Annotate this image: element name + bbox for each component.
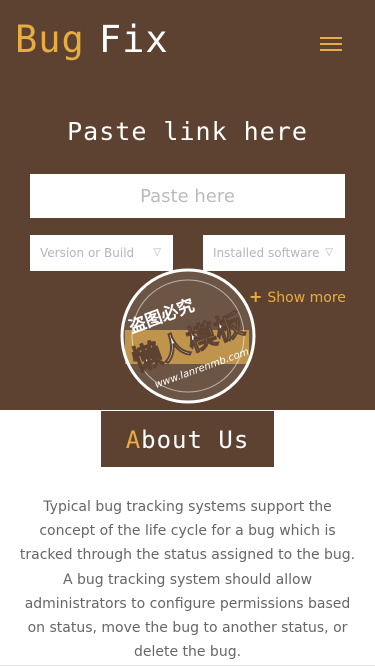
show-more-label: Show more: [267, 290, 346, 306]
about-title: About Us: [101, 411, 274, 467]
hamburger-line: [320, 49, 342, 51]
version-select[interactable]: Version or Build ▽: [30, 235, 173, 271]
about-text: Typical bug tracking systems support the…: [19, 499, 356, 661]
version-select-label: Version or Build: [40, 246, 135, 260]
about-title-rest: bout Us: [141, 426, 250, 454]
chevron-down-icon: ▽: [153, 247, 161, 258]
page: Bug Fix Paste link here Version or Build …: [0, 0, 375, 667]
hero-title: Paste link here: [67, 117, 308, 146]
hamburger-icon[interactable]: [318, 34, 344, 54]
hamburger-line: [320, 37, 342, 39]
divider: [0, 665, 375, 666]
logo[interactable]: Bug Fix: [15, 16, 169, 64]
hero-section: Bug Fix Paste link here Version or Build …: [0, 0, 375, 410]
logo-word-bug: Bug: [15, 18, 85, 61]
show-more-link[interactable]: + Show more: [249, 286, 346, 309]
paste-link-input[interactable]: [30, 174, 345, 218]
hamburger-line: [320, 43, 342, 45]
about-title-first-letter: A: [125, 426, 142, 454]
software-select[interactable]: Installed software ▽: [203, 235, 345, 271]
chevron-down-icon: ▽: [325, 247, 333, 258]
logo-word-fix: Fix: [98, 18, 169, 61]
plus-icon: +: [249, 287, 263, 306]
submit-button[interactable]: [125, 330, 249, 364]
software-select-label: Installed software: [213, 246, 320, 260]
